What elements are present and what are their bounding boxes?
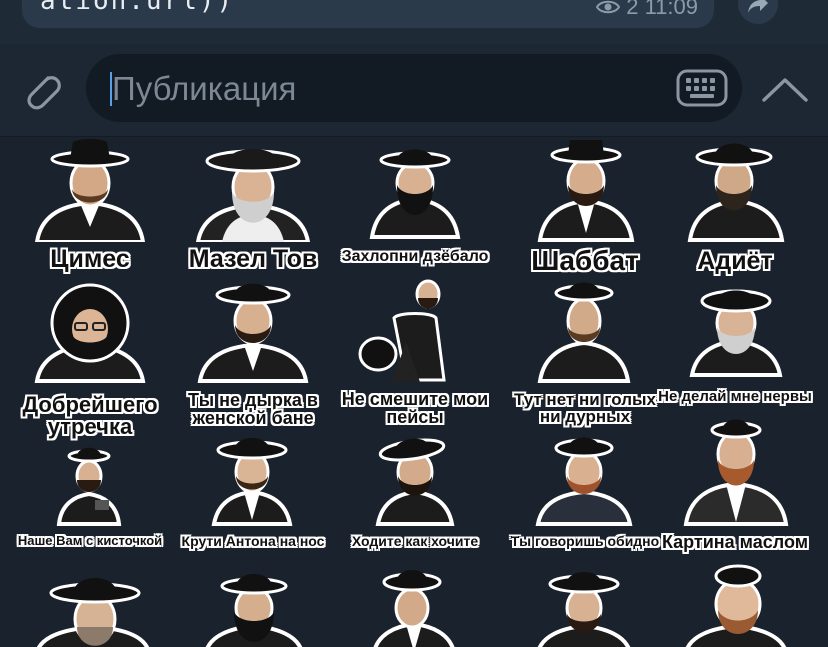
sticker-image — [375, 438, 455, 526]
sticker-image — [537, 282, 631, 383]
sticker-caption: Не смешите мои пейсы — [341, 389, 489, 427]
sticker-caption: Ты говоришь обидно — [510, 533, 660, 549]
sticker-image — [211, 438, 293, 526]
sticker-image — [537, 140, 635, 242]
sticker-caption: Шаббат — [531, 245, 639, 276]
sticker-image — [195, 149, 311, 242]
sticker-image — [689, 289, 783, 377]
paperclip-icon[interactable] — [18, 66, 66, 114]
message-input[interactable]: Публикация — [86, 54, 742, 122]
sticker-image — [537, 572, 631, 647]
eye-icon — [596, 0, 621, 14]
sticker-caption: Тут нет ни голых ни дурных — [513, 390, 657, 426]
sticker-image — [358, 279, 446, 382]
message-text: ation.url)) — [40, 0, 235, 16]
sticker-caption: Захлопни дзёбало — [341, 248, 489, 265]
sticker-caption: Цимес — [50, 245, 130, 273]
message-meta: 2 11:09 — [596, 0, 698, 20]
sticker-caption: Добрейшего утречка — [22, 392, 158, 439]
sticker-image — [687, 143, 785, 242]
sticker-image — [685, 564, 787, 647]
sticker-caption: Ты не дырка в женской бане — [188, 390, 318, 428]
sticker-image — [197, 283, 309, 383]
sticker-panel: Цимес Мазел Тов Захлопни дзёбало Шаббат … — [0, 137, 828, 647]
sticker-caption: Не делай мне нервы — [658, 388, 812, 405]
sticker-caption: Адиёт — [697, 247, 773, 275]
sticker-image — [205, 574, 303, 647]
views-and-time: 2 11:09 — [626, 0, 698, 19]
sticker-caption: Ходите как хочите — [351, 533, 479, 549]
sticker-image — [683, 419, 789, 526]
keyboard-icon[interactable] — [676, 68, 728, 108]
sticker-image — [535, 437, 633, 526]
sticker-caption: Крути Антона на нос — [181, 533, 325, 549]
share-icon — [748, 0, 768, 13]
composer-bar: Публикация — [0, 44, 828, 137]
sticker-image — [34, 283, 146, 383]
sticker-image — [373, 570, 455, 647]
forward-button[interactable] — [738, 0, 778, 24]
sticker-caption: Наше Вам с кисточкой — [17, 533, 163, 548]
sticker-image — [34, 139, 146, 242]
sticker-caption: Мазел Тов — [188, 245, 318, 273]
sticker-image — [369, 149, 461, 239]
sticker-caption: Картина маслом — [661, 532, 809, 552]
chevron-up-icon[interactable] — [760, 72, 810, 108]
message-area: ation.url)) 2 11:09 — [0, 0, 828, 44]
sticker-image — [36, 578, 150, 647]
sticker-image — [56, 447, 122, 526]
message-input-placeholder: Публикация — [112, 70, 297, 107]
